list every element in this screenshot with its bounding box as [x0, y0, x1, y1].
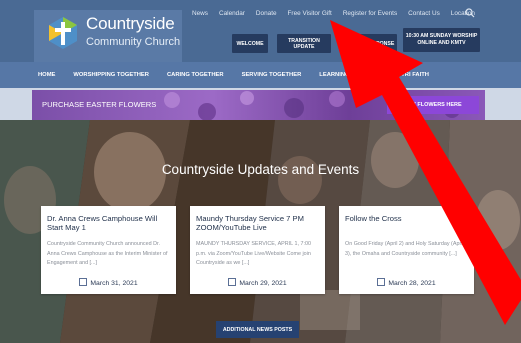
easter-flowers-banner: PURCHASE EASTER FLOWERS BUY FLOWERS HERE [32, 90, 485, 120]
nav-calendar[interactable]: Calendar [219, 10, 245, 17]
worship-line-2: ONLINE AND KMTV [417, 40, 466, 46]
welcome-button[interactable]: WELCOME [232, 34, 268, 53]
main-nav: HOME WORSHIPPING TOGETHER CARING TOGETHE… [0, 62, 521, 88]
additional-news-button[interactable]: ADDITIONAL NEWS POSTS [216, 321, 299, 338]
logo-subtitle: Community Church [86, 36, 181, 48]
covid-response-button[interactable]: COVID RESPONSE [345, 34, 397, 53]
main-nav-serving[interactable]: SERVING TOGETHER [242, 72, 302, 78]
logo-cross-icon [49, 17, 77, 49]
utility-nav: News Calendar Donate Free Visitor Gift R… [192, 10, 475, 17]
nav-register-events[interactable]: Register for Events [343, 10, 397, 17]
nav-contact-us[interactable]: Contact Us [408, 10, 440, 17]
worship-line-1: 10:30 AM SUNDAY WORSHIP [405, 33, 478, 39]
news-card-title[interactable]: Dr. Anna Crews Camphouse Will Start May … [47, 214, 173, 232]
news-card-excerpt: Countryside Community Church announced D… [47, 241, 168, 266]
news-card-excerpt: MAUNDY THURSDAY SERVICE, APRIL 1, 7:00 p… [196, 241, 311, 266]
calendar-icon [377, 278, 386, 286]
calendar-icon [79, 278, 88, 286]
news-card-date-text: March 31, 2021 [90, 280, 138, 287]
main-nav-caring[interactable]: CARING TOGETHER [167, 72, 224, 78]
site-logo[interactable]: Countryside Community Church [34, 10, 182, 62]
news-card[interactable]: Maundy Thursday Service 7 PM ZOOM/YouTub… [190, 206, 325, 294]
news-card-excerpt: On Good Friday (April 2) and Holy Saturd… [345, 241, 464, 257]
nav-news[interactable]: News [192, 10, 208, 17]
search-icon[interactable] [465, 8, 475, 18]
buy-flowers-button[interactable]: BUY FLOWERS HERE [387, 96, 479, 114]
logo-title: Countryside [86, 14, 175, 33]
easter-label: PURCHASE EASTER FLOWERS [42, 100, 157, 109]
calendar-icon [228, 278, 237, 286]
hero-title: Countryside Updates and Events [161, 162, 360, 177]
news-card-title[interactable]: Maundy Thursday Service 7 PM ZOOM/YouTub… [196, 214, 322, 232]
sunday-worship-button[interactable]: 10:30 AM SUNDAY WORSHIP ONLINE AND KMTV [403, 28, 480, 52]
site-header: Countryside Community Church News Calend… [0, 0, 521, 62]
main-nav-home[interactable]: HOME [38, 72, 55, 78]
news-card-date: March 31, 2021 [41, 278, 176, 287]
main-nav-tri-faith[interactable]: TRI FAITH [401, 72, 429, 78]
updates-hero: Countryside Updates and Events Dr. Anna … [0, 120, 521, 343]
news-card-date: March 29, 2021 [190, 278, 325, 287]
news-card[interactable]: Dr. Anna Crews Camphouse Will Start May … [41, 206, 176, 294]
nav-free-visitor-gift[interactable]: Free Visitor Gift [288, 10, 332, 17]
news-card-title[interactable]: Follow the Cross [345, 214, 471, 223]
transition-update-button[interactable]: TRANSITION UPDATE [277, 34, 331, 53]
news-card-date-text: March 29, 2021 [239, 280, 287, 287]
main-nav-learning[interactable]: LEARNING TOGETHER [319, 72, 383, 78]
news-card-date: March 28, 2021 [339, 278, 474, 287]
news-card-date-text: March 28, 2021 [388, 280, 436, 287]
nav-donate[interactable]: Donate [256, 10, 277, 17]
news-card[interactable]: Follow the Cross On Good Friday (April 2… [339, 206, 474, 294]
main-nav-worshipping[interactable]: WORSHIPPING TOGETHER [73, 72, 149, 78]
